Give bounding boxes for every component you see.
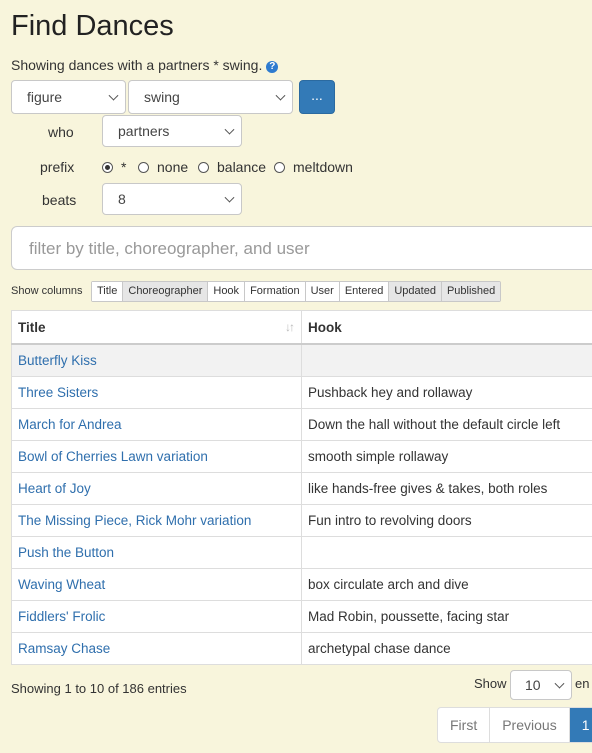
- page-title: Find Dances: [11, 10, 174, 42]
- column-header-hook[interactable]: Hook: [301, 310, 592, 345]
- prefix-radio-balance[interactable]: balance: [198, 159, 266, 175]
- prefix-label: prefix: [40, 159, 75, 175]
- dance-title-link[interactable]: Ramsay Chase: [11, 632, 302, 665]
- radio-label: meltdown: [293, 159, 353, 175]
- dance-title-link[interactable]: The Missing Piece, Rick Mohr variation: [11, 504, 302, 537]
- dance-title-link[interactable]: Heart of Joy: [11, 472, 302, 505]
- table-row: Three Sisters Pushback hey and rollaway: [11, 376, 592, 409]
- column-header-title-label: Title: [18, 319, 46, 335]
- table-row: Bowl of Cherries Lawn variation smooth si…: [11, 440, 592, 473]
- column-toggle-user[interactable]: User: [305, 282, 340, 301]
- dance-hook: smooth simple rollaway: [301, 440, 592, 473]
- chevron-down-icon: [275, 90, 286, 101]
- beats-select[interactable]: 8: [102, 183, 242, 215]
- figure-select[interactable]: figure: [11, 80, 126, 114]
- sort-icon: ↓↑: [285, 320, 295, 334]
- dance-hook: archetypal chase dance: [301, 632, 592, 665]
- dance-title-link[interactable]: Push the Button: [11, 536, 302, 569]
- dance-hook: like hands-free gives & takes, both role…: [301, 472, 592, 505]
- dance-hook: Pushback hey and rollaway: [301, 376, 592, 409]
- table-row: Heart of Joy like hands-free gives & take…: [11, 472, 592, 505]
- who-select[interactable]: partners: [102, 115, 242, 147]
- table-info: Showing 1 to 10 of 186 entries: [11, 681, 187, 696]
- dance-hook: box circulate arch and dive: [301, 568, 592, 601]
- dance-hook: Mad Robin, poussette, facing star: [301, 600, 592, 633]
- column-toggle-title[interactable]: Title: [92, 282, 124, 301]
- table-row: Ramsay Chase archetypal chase dance: [11, 632, 592, 665]
- radio-icon: [138, 161, 149, 173]
- pagination: First Previous 1: [437, 707, 592, 743]
- prefix-radio-star[interactable]: *: [102, 159, 126, 175]
- who-label: who: [48, 124, 74, 140]
- prefix-radio-none[interactable]: none: [138, 159, 188, 175]
- beats-label: beats: [42, 192, 77, 208]
- column-toggle-hook[interactable]: Hook: [208, 282, 246, 301]
- pagination-first[interactable]: First: [438, 708, 491, 742]
- radio-icon: [198, 161, 209, 173]
- dance-hook: Fun intro to revolving doors: [301, 504, 592, 537]
- chevron-down-icon: [224, 192, 235, 203]
- move-select-value: swing: [144, 89, 180, 105]
- table-row: Waving Wheat box circulate arch and dive: [11, 568, 592, 601]
- column-toggle-published[interactable]: Published: [441, 282, 501, 301]
- pagination-previous[interactable]: Previous: [490, 708, 570, 742]
- dances-table: Title ↓↑ Hook Butterfly Kiss Three Sister…: [11, 310, 592, 665]
- radio-selected-icon: [102, 161, 113, 173]
- move-select[interactable]: swing: [128, 80, 293, 114]
- beats-select-value: 8: [118, 191, 126, 207]
- table-row: March for Andrea Down the hall without th…: [11, 408, 592, 441]
- dance-hook: Down the hall without the default circle…: [301, 408, 592, 441]
- column-toggle-formation[interactable]: Formation: [245, 282, 306, 301]
- column-header-title[interactable]: Title ↓↑: [11, 310, 302, 345]
- who-select-value: partners: [118, 123, 170, 139]
- table-row: Fiddlers' Frolic Mad Robin, poussette, fa…: [11, 600, 592, 633]
- page-length-value: 10: [525, 677, 541, 693]
- filter-input[interactable]: filter by title, choreographer, and user: [11, 226, 592, 270]
- column-toggle-entered[interactable]: Entered: [339, 282, 390, 301]
- dance-title-link[interactable]: Waving Wheat: [11, 568, 302, 601]
- table-row: The Missing Piece, Rick Mohr variation Fu…: [11, 504, 592, 537]
- chevron-down-icon: [108, 90, 119, 101]
- dance-hook: [301, 343, 592, 377]
- dance-title-link[interactable]: Three Sisters: [11, 376, 302, 409]
- summary-text: Showing dances with a partners * swing.: [11, 57, 263, 73]
- show-columns-label: Show columns: [11, 285, 83, 297]
- radio-icon: [274, 161, 285, 173]
- table-row: Push the Button: [11, 536, 592, 569]
- pagination-page-1[interactable]: 1: [569, 708, 592, 742]
- more-options-button[interactable]: ...: [299, 80, 335, 114]
- chevron-down-icon: [554, 678, 565, 689]
- chevron-down-icon: [224, 124, 235, 135]
- radio-label: balance: [217, 159, 267, 175]
- page-length-control: Show 10 en: [474, 670, 589, 700]
- figure-select-value: figure: [27, 89, 63, 105]
- column-toggle-updated[interactable]: Updated: [389, 282, 442, 301]
- radio-label: *: [121, 159, 127, 175]
- radio-label: none: [157, 159, 189, 175]
- show-label: Show: [474, 676, 507, 691]
- dance-title-link[interactable]: Fiddlers' Frolic: [11, 600, 302, 633]
- help-icon[interactable]: ?: [266, 61, 279, 73]
- dance-title-link[interactable]: Bowl of Cherries Lawn variation: [11, 440, 302, 473]
- entries-label: en: [575, 676, 590, 691]
- page-length-select[interactable]: 10: [510, 670, 572, 700]
- dance-title-link[interactable]: March for Andrea: [11, 408, 302, 441]
- table-row: Butterfly Kiss: [11, 343, 592, 377]
- search-summary: Showing dances with a partners * swing.?: [11, 57, 279, 73]
- column-toggle-group: Title Choreographer Hook Formation User …: [91, 281, 502, 302]
- prefix-radio-meltdown[interactable]: meltdown: [274, 159, 353, 175]
- column-toggle-choreographer[interactable]: Choreographer: [123, 282, 209, 301]
- dance-hook: [301, 536, 592, 569]
- dance-title-link[interactable]: Butterfly Kiss: [11, 343, 302, 377]
